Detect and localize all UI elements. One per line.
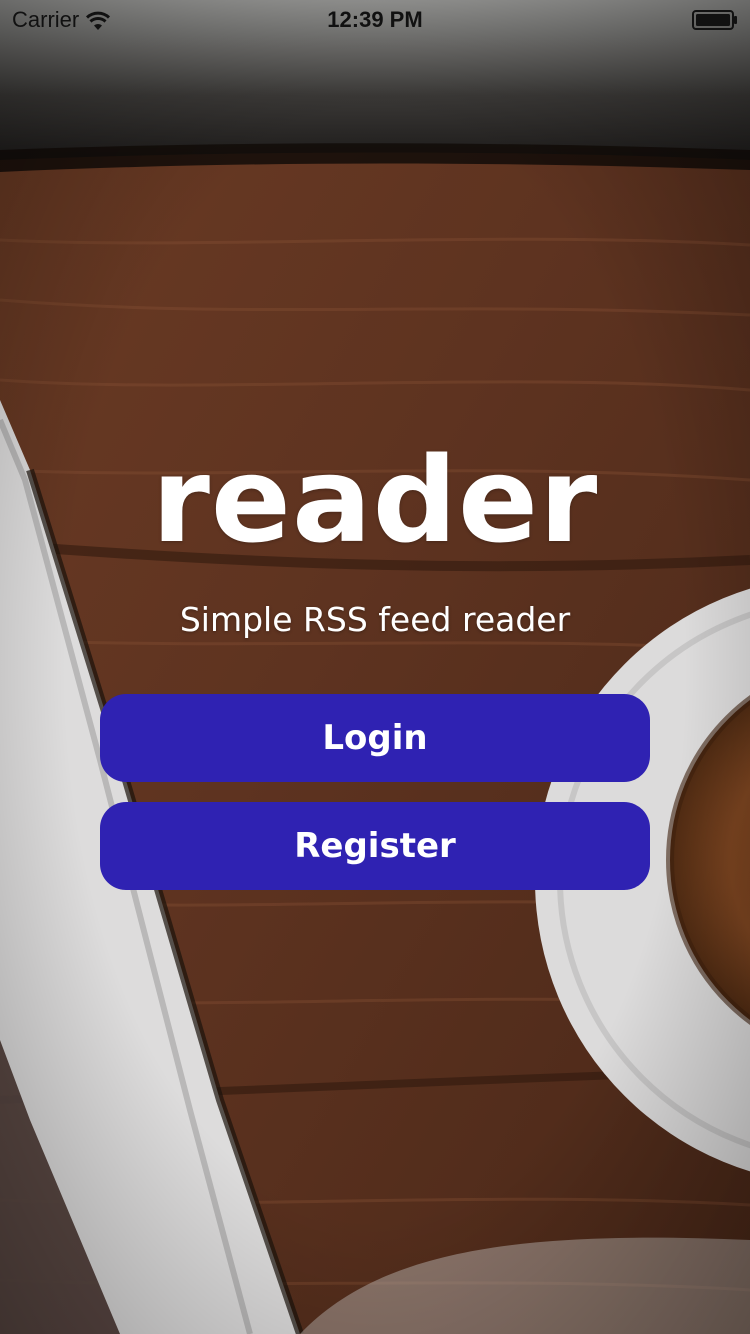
battery-icon bbox=[692, 10, 738, 30]
login-button[interactable]: Login bbox=[100, 694, 650, 782]
background-photo bbox=[0, 0, 750, 1334]
status-bar: Carrier 12:39 PM bbox=[0, 0, 750, 40]
welcome-screen: Carrier 12:39 PM reader Simple RSS feed … bbox=[0, 0, 750, 1334]
register-button[interactable]: Register bbox=[100, 802, 650, 890]
app-subtitle: Simple RSS feed reader bbox=[179, 600, 571, 639]
app-title: reader bbox=[151, 431, 599, 569]
status-time: 12:39 PM bbox=[327, 7, 423, 32]
